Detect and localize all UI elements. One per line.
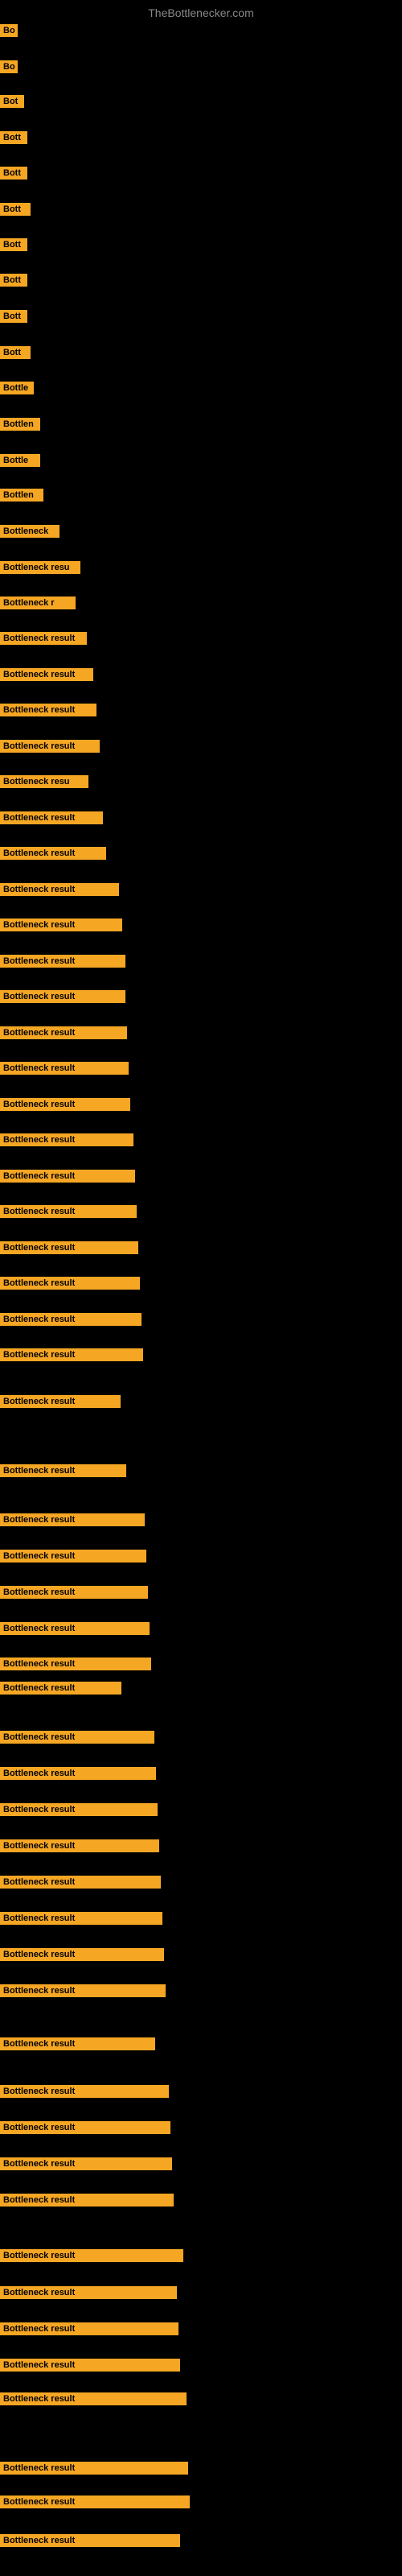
bottleneck-item[interactable]: Bottleneck result bbox=[0, 2085, 169, 2098]
bottleneck-item[interactable]: Bottleneck result bbox=[0, 990, 125, 1003]
bottleneck-item[interactable]: Bottleneck result bbox=[0, 1170, 135, 1183]
bottleneck-item[interactable]: Bottleneck result bbox=[0, 1550, 146, 1563]
bottleneck-item[interactable]: Bottleneck result bbox=[0, 2037, 155, 2050]
bottleneck-item[interactable]: Bottleneck result bbox=[0, 1348, 143, 1361]
bottleneck-item[interactable]: Bottleneck result bbox=[0, 2392, 187, 2405]
bottleneck-item[interactable]: Bottleneck result bbox=[0, 2322, 178, 2335]
bottleneck-item[interactable]: Bottleneck r bbox=[0, 597, 76, 609]
bottleneck-item[interactable]: Bottleneck result bbox=[0, 740, 100, 753]
bottleneck-item[interactable]: Bottleneck result bbox=[0, 1731, 154, 1744]
bottleneck-item[interactable]: Bott bbox=[0, 346, 31, 359]
bottleneck-item[interactable]: Bottleneck result bbox=[0, 1062, 129, 1075]
bottleneck-item[interactable]: Bottleneck result bbox=[0, 2121, 170, 2134]
bottleneck-item[interactable]: Bottleneck result bbox=[0, 1657, 151, 1670]
bottleneck-item[interactable]: Bottlen bbox=[0, 418, 40, 431]
bottleneck-item[interactable]: Bottleneck result bbox=[0, 632, 87, 645]
bottleneck-item[interactable]: Bottleneck result bbox=[0, 1876, 161, 1889]
site-title: TheBottlenecker.com bbox=[148, 6, 254, 19]
bottleneck-item[interactable]: Bottleneck result bbox=[0, 1839, 159, 1852]
bottleneck-item[interactable]: Bottleneck result bbox=[0, 1133, 133, 1146]
bottleneck-item[interactable]: Bottleneck result bbox=[0, 704, 96, 716]
bottleneck-item[interactable]: Bottleneck result bbox=[0, 1984, 166, 1997]
bottleneck-item[interactable]: Bo bbox=[0, 24, 18, 37]
bottleneck-item[interactable]: Bottleneck result bbox=[0, 1948, 164, 1961]
bottleneck-item[interactable]: Bottleneck result bbox=[0, 1395, 121, 1408]
bottleneck-item[interactable]: Bottleneck result bbox=[0, 2286, 177, 2299]
bottleneck-item[interactable]: Bottleneck result bbox=[0, 1767, 156, 1780]
bottleneck-item[interactable]: Bottleneck result bbox=[0, 2157, 172, 2170]
bottleneck-item[interactable]: Bottle bbox=[0, 382, 34, 394]
bottleneck-item[interactable]: Bottleneck result bbox=[0, 811, 103, 824]
bottleneck-item[interactable]: Bo bbox=[0, 60, 18, 73]
bottleneck-item[interactable]: Bottleneck result bbox=[0, 1912, 162, 1925]
bottleneck-item[interactable]: Bottleneck result bbox=[0, 2534, 180, 2547]
bottleneck-item[interactable]: Bottleneck result bbox=[0, 1313, 142, 1326]
bottleneck-item[interactable]: Bottleneck result bbox=[0, 1682, 121, 1695]
bottleneck-item[interactable]: Bottleneck bbox=[0, 525, 59, 538]
bottleneck-item[interactable]: Bottleneck result bbox=[0, 1205, 137, 1218]
bottleneck-item[interactable]: Bottleneck result bbox=[0, 2249, 183, 2262]
bottleneck-item[interactable]: Bottleneck result bbox=[0, 1277, 140, 1290]
bottleneck-item[interactable]: Bott bbox=[0, 274, 27, 287]
bottleneck-item[interactable]: Bottleneck result bbox=[0, 2496, 190, 2508]
bottleneck-item[interactable]: Bottleneck result bbox=[0, 1622, 150, 1635]
bottleneck-item[interactable]: Bott bbox=[0, 238, 27, 251]
bottleneck-item[interactable]: Bottleneck result bbox=[0, 668, 93, 681]
bottleneck-item[interactable]: Bottleneck result bbox=[0, 1803, 158, 1816]
bottleneck-item[interactable]: Bottleneck resu bbox=[0, 561, 80, 574]
bottleneck-item[interactable]: Bottleneck result bbox=[0, 847, 106, 860]
bottleneck-item[interactable]: Bottleneck resu bbox=[0, 775, 88, 788]
bottleneck-item[interactable]: Bottleneck result bbox=[0, 1513, 145, 1526]
bottleneck-item[interactable]: Bott bbox=[0, 203, 31, 216]
bottleneck-item[interactable]: Bottlen bbox=[0, 489, 43, 502]
bottleneck-item[interactable]: Bott bbox=[0, 167, 27, 180]
bottleneck-item[interactable]: Bottleneck result bbox=[0, 1241, 138, 1254]
bottleneck-item[interactable]: Bottleneck result bbox=[0, 883, 119, 896]
bottleneck-item[interactable]: Bottleneck result bbox=[0, 1026, 127, 1039]
bottleneck-item[interactable]: Bot bbox=[0, 95, 24, 108]
bottleneck-item[interactable]: Bottle bbox=[0, 454, 40, 467]
bottleneck-item[interactable]: Bottleneck result bbox=[0, 1464, 126, 1477]
bottleneck-item[interactable]: Bott bbox=[0, 131, 27, 144]
bottleneck-item[interactable]: Bottleneck result bbox=[0, 1098, 130, 1111]
bottleneck-item[interactable]: Bottleneck result bbox=[0, 2194, 174, 2207]
bottleneck-item[interactable]: Bottleneck result bbox=[0, 955, 125, 968]
bottleneck-item[interactable]: Bottleneck result bbox=[0, 1586, 148, 1599]
bottleneck-item[interactable]: Bottleneck result bbox=[0, 919, 122, 931]
bottleneck-item[interactable]: Bottleneck result bbox=[0, 2462, 188, 2475]
bottleneck-item[interactable]: Bottleneck result bbox=[0, 2359, 180, 2372]
bottleneck-item[interactable]: Bott bbox=[0, 310, 27, 323]
